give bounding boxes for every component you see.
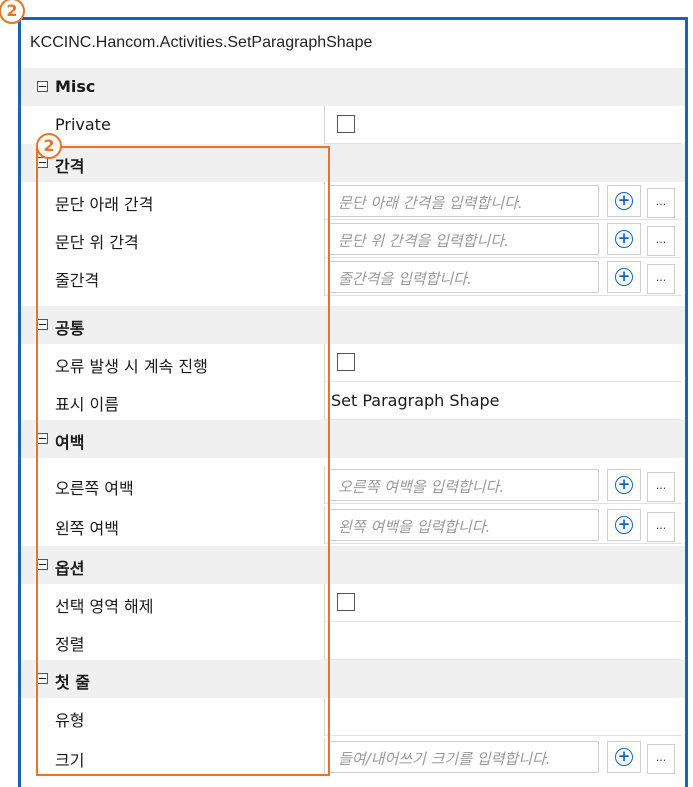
- collapse-icon[interactable]: [37, 319, 48, 330]
- add-variable-button[interactable]: +: [607, 469, 641, 501]
- prop-label: 문단 위 간격: [55, 233, 139, 252]
- add-variable-button[interactable]: +: [607, 185, 641, 217]
- private-checkbox[interactable]: [337, 115, 355, 133]
- below-spacing-input[interactable]: 문단 아래 간격을 입력합니다.: [329, 185, 599, 217]
- add-variable-button[interactable]: +: [607, 223, 641, 255]
- category-common[interactable]: 공통: [21, 306, 685, 344]
- prop-row-deselect: 선택 영역 해제: [21, 584, 685, 622]
- collapse-icon[interactable]: [37, 673, 48, 684]
- plus-circle-icon: +: [615, 192, 633, 210]
- prop-row-above-spacing: 문단 위 간격 문단 위 간격을 입력합니다. + ...: [21, 220, 685, 258]
- prop-row-size: 크기 들여/내어쓰기 크기를 입력합니다. + ...: [21, 738, 685, 776]
- prop-row-continue-on-error: 오류 발생 시 계속 진행: [21, 344, 685, 382]
- placeholder: 들여/내어쓰기 크기를 입력합니다.: [338, 750, 551, 768]
- prop-row-display-name: 표시 이름 Set Paragraph Shape: [21, 382, 685, 420]
- display-name-value[interactable]: Set Paragraph Shape: [331, 391, 500, 410]
- add-variable-button[interactable]: +: [607, 261, 641, 293]
- prop-label: 줄간격: [55, 271, 100, 290]
- collapse-icon[interactable]: [37, 81, 48, 92]
- prop-row-below-spacing: 문단 아래 간격 문단 아래 간격을 입력합니다. + ...: [21, 182, 685, 220]
- prop-row-private: Private: [21, 106, 685, 144]
- placeholder: 문단 아래 간격을 입력합니다.: [338, 194, 523, 212]
- category-spacing[interactable]: 간격: [21, 144, 685, 182]
- placeholder: 왼쪽 여백을 입력합니다.: [338, 518, 491, 536]
- category-options[interactable]: 옵션: [21, 546, 685, 584]
- category-label: 공통: [55, 319, 85, 338]
- more-button[interactable]: ...: [647, 226, 675, 256]
- more-button[interactable]: ...: [647, 744, 675, 774]
- step-badge-inner: 2: [36, 133, 62, 159]
- category-misc[interactable]: Misc: [21, 68, 685, 106]
- category-label: 간격: [55, 157, 85, 176]
- size-input[interactable]: 들여/내어쓰기 크기를 입력합니다.: [329, 741, 599, 773]
- more-button[interactable]: ...: [647, 188, 675, 218]
- category-label: Misc: [55, 77, 96, 96]
- prop-label: 왼쪽 여백: [55, 519, 119, 538]
- prop-label: 오른쪽 여백: [55, 479, 134, 498]
- prop-label: 크기: [55, 751, 85, 770]
- category-label: 여백: [55, 433, 85, 452]
- more-button[interactable]: ...: [647, 472, 675, 502]
- category-label: 옵션: [55, 559, 85, 578]
- line-spacing-input[interactable]: 줄간격을 입력합니다.: [329, 261, 599, 293]
- category-margin[interactable]: 여백: [21, 420, 685, 458]
- continue-on-error-checkbox[interactable]: [337, 353, 355, 371]
- placeholder: 문단 위 간격을 입력합니다.: [338, 232, 509, 250]
- category-first-line[interactable]: 첫 줄: [21, 660, 685, 698]
- more-button[interactable]: ...: [647, 512, 675, 542]
- plus-circle-icon: +: [615, 268, 633, 286]
- left-margin-input[interactable]: 왼쪽 여백을 입력합니다.: [329, 509, 599, 541]
- prop-label: 선택 영역 해제: [55, 597, 154, 616]
- collapse-icon[interactable]: [37, 559, 48, 570]
- placeholder: 줄간격을 입력합니다.: [338, 270, 472, 288]
- plus-circle-icon: +: [615, 476, 633, 494]
- prop-label: Private: [55, 115, 111, 134]
- more-button[interactable]: ...: [647, 264, 675, 294]
- deselect-checkbox[interactable]: [337, 593, 355, 611]
- prop-label: 문단 아래 간격: [55, 195, 154, 214]
- collapse-icon[interactable]: [37, 433, 48, 444]
- prop-label: 정렬: [55, 635, 85, 654]
- prop-label: 오류 발생 시 계속 진행: [55, 357, 208, 376]
- prop-label: 유형: [55, 711, 85, 730]
- prop-row-line-spacing: 줄간격 줄간격을 입력합니다. + ...: [21, 258, 685, 296]
- placeholder: 오른쪽 여백을 입력합니다.: [338, 478, 505, 496]
- activity-title: KCCINC.Hancom.Activities.SetParagraphSha…: [30, 34, 373, 51]
- prop-label: 표시 이름: [55, 395, 119, 414]
- above-spacing-input[interactable]: 문단 위 간격을 입력합니다.: [329, 223, 599, 255]
- add-variable-button[interactable]: +: [607, 741, 641, 773]
- plus-circle-icon: +: [615, 748, 633, 766]
- category-label: 첫 줄: [55, 673, 91, 692]
- prop-row-type: 유형: [21, 698, 685, 736]
- prop-row-right-margin: 오른쪽 여백 오른쪽 여백을 입력합니다. + ...: [21, 466, 685, 504]
- prop-row-align: 정렬: [21, 622, 685, 660]
- add-variable-button[interactable]: +: [607, 509, 641, 541]
- right-margin-input[interactable]: 오른쪽 여백을 입력합니다.: [329, 469, 599, 501]
- plus-circle-icon: +: [615, 516, 633, 534]
- plus-circle-icon: +: [615, 230, 633, 248]
- prop-row-left-margin: 왼쪽 여백 왼쪽 여백을 입력합니다. + ...: [21, 506, 685, 544]
